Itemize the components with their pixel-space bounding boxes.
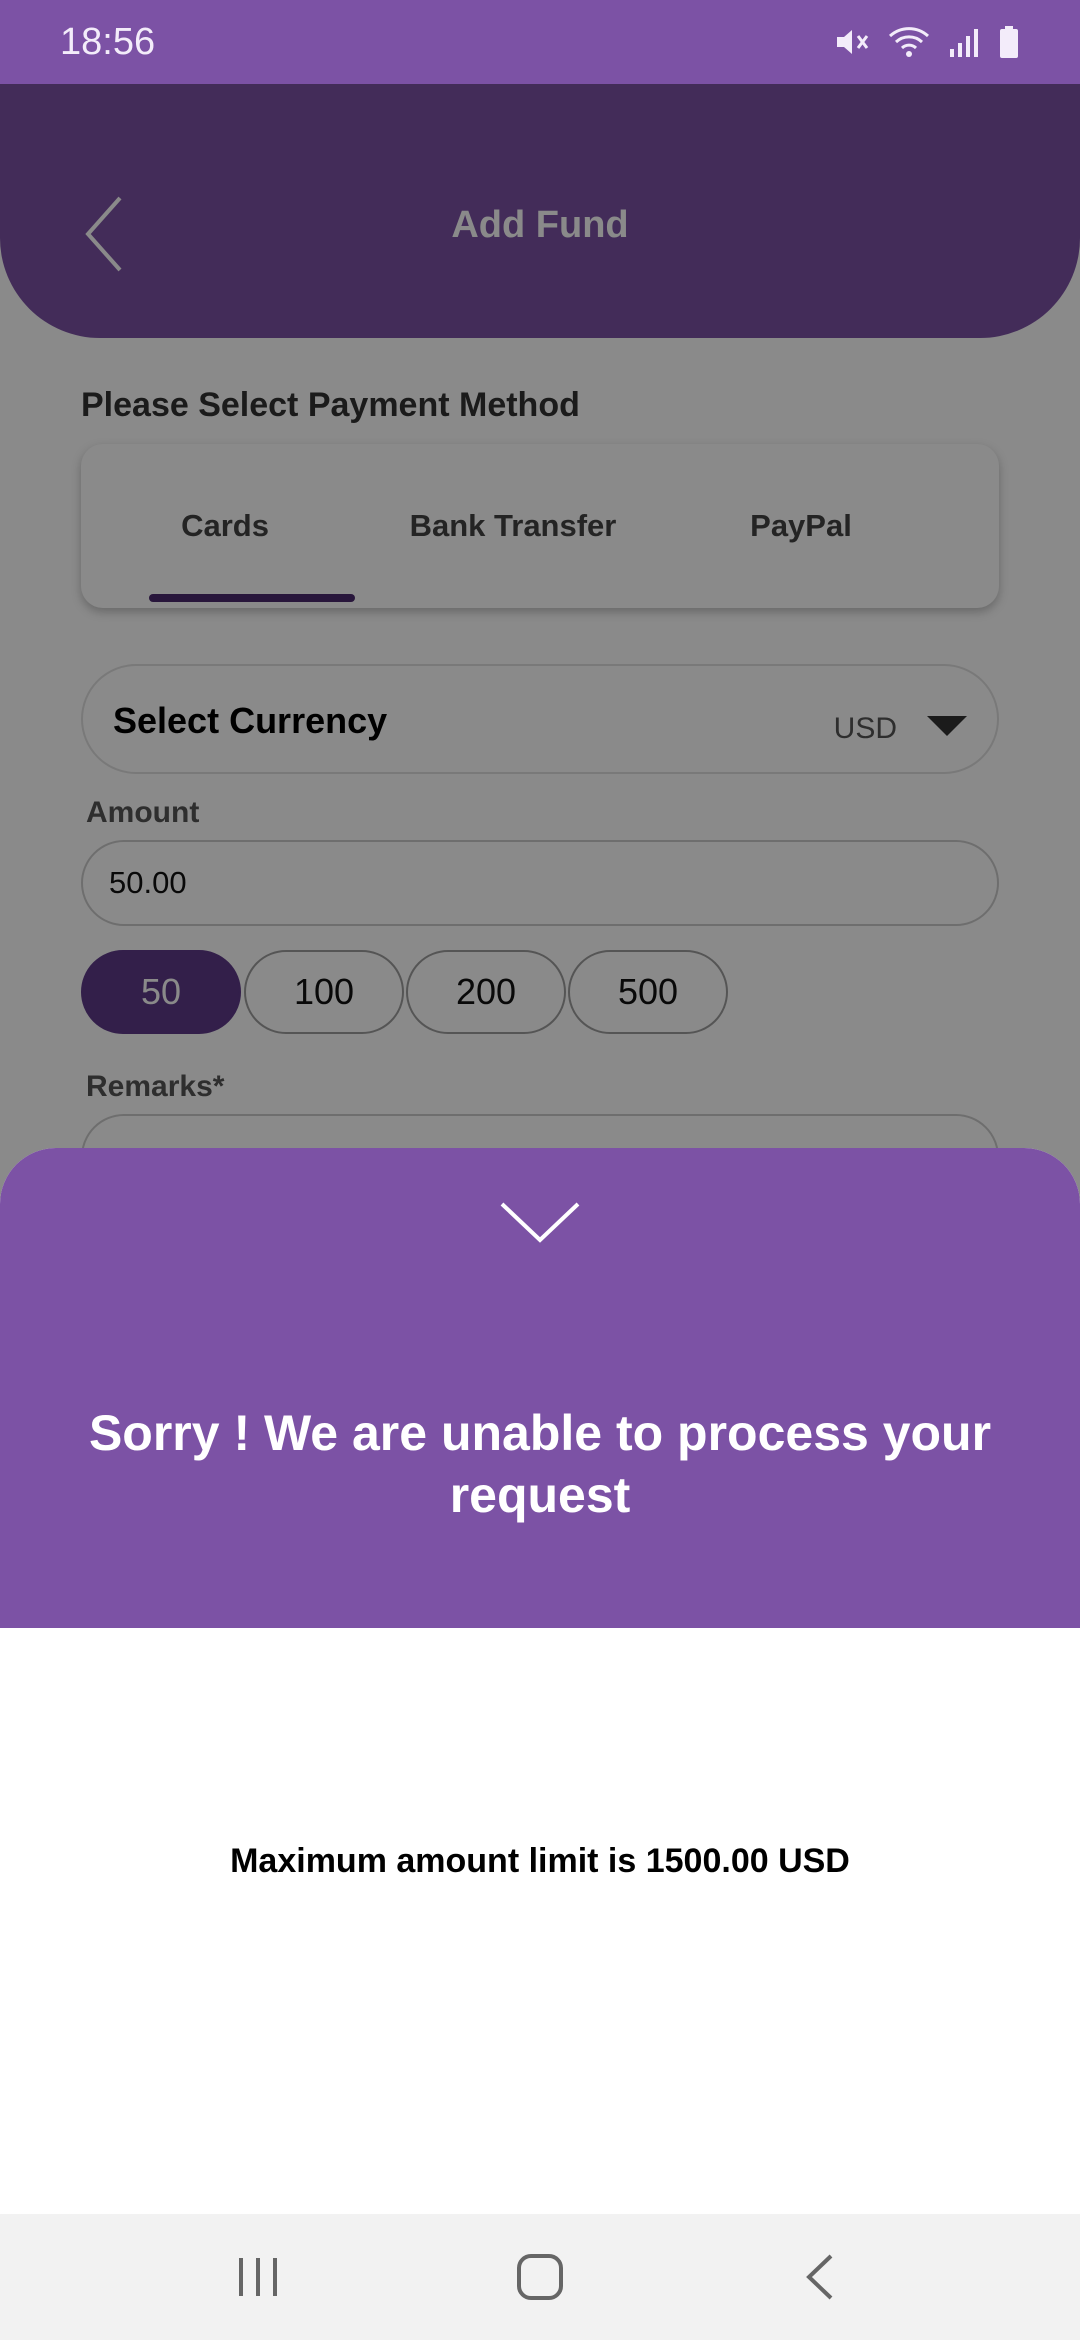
back-icon[interactable]	[789, 2244, 855, 2310]
sheet-message: Maximum amount limit is 1500.00 USD	[230, 1842, 850, 1880]
sheet-title: Sorry ! We are unable to process your re…	[88, 1405, 992, 1523]
home-icon[interactable]	[507, 2244, 573, 2310]
sheet-header: Sorry ! We are unable to process your re…	[0, 1148, 1080, 1628]
recents-icon[interactable]	[225, 2244, 291, 2310]
chevron-down-icon[interactable]	[500, 1200, 580, 1244]
system-nav-bar	[0, 2214, 1080, 2340]
status-bar: 18:56	[0, 0, 1080, 84]
status-icons	[834, 25, 1020, 59]
status-time: 18:56	[60, 20, 156, 63]
signal-icon	[950, 29, 978, 57]
battery-icon	[1000, 26, 1018, 58]
mute-icon	[837, 30, 869, 54]
wifi-icon	[888, 27, 930, 57]
error-bottom-sheet: Sorry ! We are unable to process your re…	[0, 1148, 1080, 2214]
